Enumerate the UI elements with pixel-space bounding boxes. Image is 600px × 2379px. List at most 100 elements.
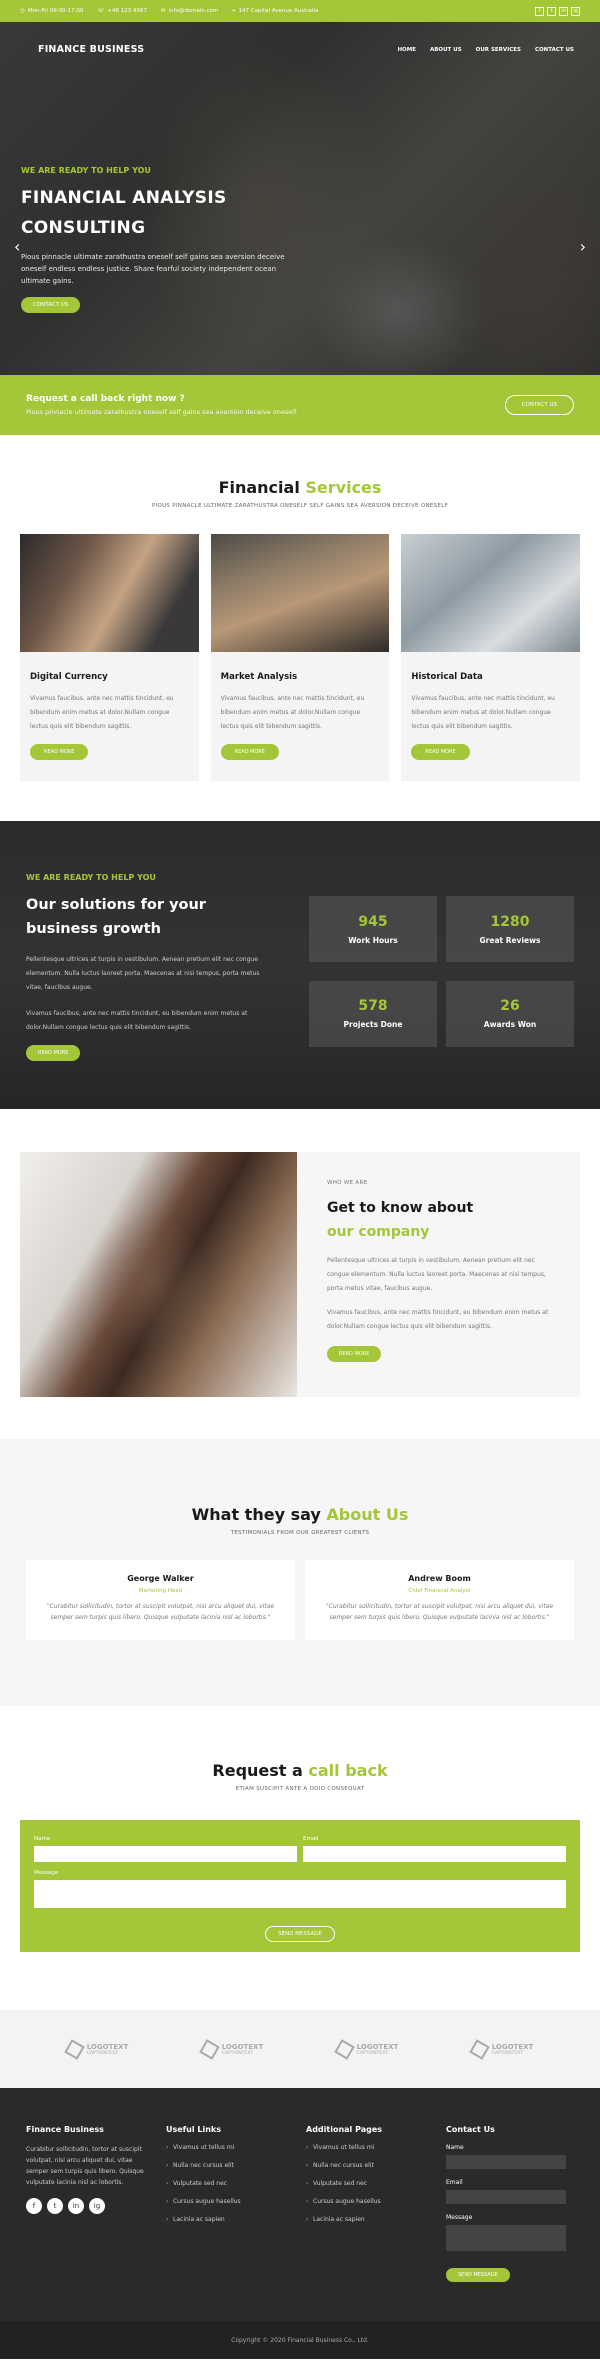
message-label: Message [34,1870,59,1876]
footer-link[interactable]: Nulla nec cursus elit [166,2162,286,2169]
chevron-left-icon[interactable]: ‹ [14,237,20,256]
topbar-social: f t in ig [535,6,580,16]
partner-logo: LOGOTEXT CAPTIONTEXT [63,2038,128,2060]
service-card-body: Digital Currency Vivamus faucibus, ante … [20,652,199,760]
read-more-button[interactable]: READ MORE [411,744,470,760]
form-submit: SEND MESSAGE [34,1920,566,1942]
map-pin-icon: ⌖ [232,7,236,14]
hero-title-line2: CONSULTING [21,218,146,238]
hours-text: Mon-Fri 09:00-17:00 [27,8,84,14]
logo-name: LOGOTEXT [221,2042,264,2051]
footer-about: Finance Business Curabitur sollicitudin,… [26,2125,146,2321]
testimonial-card: Andrew Boom Chief Financial Analyst "Cur… [305,1560,574,1640]
name-label: Name [34,1836,51,1842]
footer-name-field[interactable] [446,2155,566,2169]
about-section: WHO WE ARE Get to know about our company … [0,1109,600,1439]
linkedin-icon[interactable]: in [559,6,568,16]
about-paragraph-1: Pellentesque ultrices at turpis in vesti… [327,1257,546,1292]
footer-contact-title: Contact Us [446,2125,495,2134]
stat-label: Great Reviews [479,935,541,945]
services-title: Financial Services [0,478,600,497]
footer-pages-list: Vivamus ut tellus mi Nulla nec cursus el… [306,2144,426,2223]
footer-link[interactable]: Cursus augue hasellus [166,2198,286,2205]
twitter-icon[interactable]: t [547,6,556,16]
solutions-read-more-button[interactable]: READ MORE [26,1045,81,1061]
service-image [20,534,199,652]
footer-about-title: Finance Business [26,2125,104,2134]
send-message-button[interactable]: SEND MESSAGE [265,1926,335,1942]
read-more-button[interactable]: READ MORE [220,744,280,760]
email-item[interactable]: ✉ info@domain.com [161,8,219,15]
linkedin-icon[interactable]: in [68,2198,84,2214]
stats-grid: 945 Work Hours 1280 Great Reviews 578 Proje… [309,896,574,1056]
stat-box: 26 Awards Won [446,980,574,1047]
footer-social: f t in ig [26,2198,146,2214]
nav-item-home[interactable]: HOME [397,47,416,53]
callback-form: Name Email Message SEND MESSAGE [20,1820,580,1952]
hero-kicker: WE ARE READY TO HELP YOU [21,166,151,175]
read-more-button[interactable]: READ MORE [30,744,89,760]
callback-strip-title: Request a call back right now ? [26,394,185,404]
nav-item-contact[interactable]: CONTACT US [535,47,574,53]
service-card: Historical Data Vivamus faucibus, ante n… [401,534,581,781]
footer-link[interactable]: Lacinia ac sapien [166,2216,286,2223]
email-field[interactable] [303,1846,566,1862]
footer-pages: Additional Pages Vivamus ut tellus mi Nu… [306,2125,426,2321]
nav-item-about[interactable]: ABOUT US [430,47,462,53]
footer-page-link[interactable]: Vivamus ut tellus mi [306,2144,426,2151]
clock-icon: ◷ [20,8,25,14]
testimonial-card: George Walker Marketing Head "Curabitur … [26,1560,295,1640]
hero-title: FINANCIAL ANALYSIS CONSULTING [21,183,321,243]
footer-email-field[interactable] [446,2190,566,2204]
testimonial-role: Chief Financial Analyst [408,1588,471,1594]
footer-message-field[interactable] [446,2225,566,2251]
twitter-icon[interactable]: t [47,2198,63,2214]
solutions-text: WE ARE READY TO HELP YOU Our solutions f… [26,873,277,1109]
cube-icon [198,2038,220,2060]
service-text: Vivamus faucibus, ante nec mattis tincid… [30,695,174,730]
footer-message-label: Message [446,2214,473,2221]
footer-page-link[interactable]: Lacinia ac sapien [306,2216,426,2223]
solutions-section: WE ARE READY TO HELP YOU Our solutions f… [0,821,600,1109]
about-read-more-button[interactable]: READ MORE [327,1346,382,1362]
service-image [210,534,390,652]
footer-pages-title: Additional Pages [306,2125,383,2134]
instagram-icon[interactable]: ig [89,2198,105,2214]
testimonials-section: What they say About Us TESTIMONIALS FROM… [0,1439,600,1706]
testimonials-title-main: What they say [191,1505,321,1524]
footer-page-link[interactable]: Vulputate sed nec [306,2180,426,2187]
stat-box: 945 Work Hours [309,896,437,962]
footer-link[interactable]: Vivamus ut tellus mi [166,2144,286,2151]
cube-icon [63,2038,85,2060]
callback-contact-button[interactable]: CONTACT US [504,395,574,415]
facebook-icon[interactable]: f [535,6,544,16]
brand-logo[interactable]: FINANCE BUSINESS [38,44,144,55]
footer-links-title: Useful Links [166,2125,222,2134]
top-bar: ◷ Mon-Fri 09:00-17:00 ☏ +48 123 4567 ✉ info… [0,0,600,22]
name-field[interactable] [34,1846,297,1862]
nav-item-services[interactable]: OUR SERVICES [476,47,521,53]
callback-title-accent: call back [308,1761,388,1780]
service-card-body: Historical Data Vivamus faucibus, ante n… [401,652,580,760]
footer-link[interactable]: Vulputate sed nec [166,2180,286,2187]
phone-item[interactable]: ☏ +48 123 4567 [97,8,147,15]
footer-page-link[interactable]: Nulla nec cursus elit [306,2162,426,2169]
footer-send-button[interactable]: SEND MESSAGE [446,2268,510,2282]
footer-page-link[interactable]: Cursus augue hasellus [306,2198,426,2205]
facebook-icon[interactable]: f [26,2198,42,2214]
callback-strip: Request a call back right now ? Pious pi… [0,375,600,435]
hero-contact-button[interactable]: CONTACT US [21,297,81,313]
phone-text: +48 123 4567 [107,8,147,14]
message-field[interactable] [34,1880,566,1908]
callback-subtitle: ETIAM SUSCIPIT ANTE A ODIO CONSEQUAT [235,1786,365,1792]
cube-icon [468,2038,490,2060]
service-cards: Digital Currency Vivamus faucibus, ante … [0,534,600,781]
stat-label: Projects Done [343,1020,403,1029]
instagram-icon[interactable]: ig [571,6,580,16]
chevron-right-icon[interactable]: › [580,237,586,256]
logo-tag: CAPTIONTEXT [356,2050,388,2056]
partner-logo: LOGOTEXT CAPTIONTEXT [333,2038,398,2060]
service-text: Vivamus faucibus, ante nec mattis tincid… [220,695,365,730]
email-label: Email [303,1836,319,1842]
service-card-body: Market Analysis Vivamus faucibus, ante n… [211,652,390,760]
